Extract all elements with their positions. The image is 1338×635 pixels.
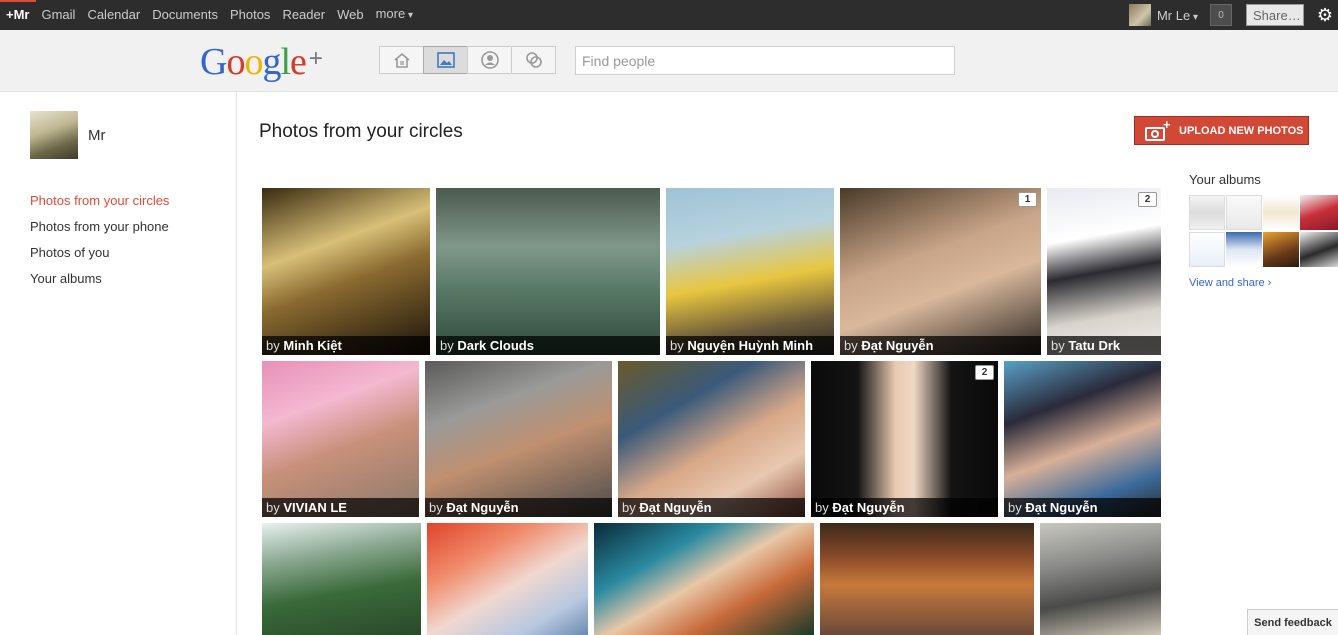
top-right: Mr Le 0 Share… ⚙ xyxy=(1128,0,1338,30)
nav-calendar[interactable]: Calendar xyxy=(81,0,146,30)
comment-count-badge[interactable]: 2 xyxy=(975,365,994,380)
upload-label: UPLOAD NEW PHOTOS xyxy=(1179,124,1304,137)
photo-tile[interactable]: 2 by Tatu Drk xyxy=(1047,188,1161,355)
user-menu[interactable]: Mr Le xyxy=(1157,8,1198,23)
photo-caption: by Nguyện Huỳnh Minh xyxy=(666,336,834,355)
albums-title: Your albums xyxy=(1189,172,1261,187)
header: Google + xyxy=(0,30,1338,92)
photo-tile[interactable]: 1 by Đạt Nguyễn xyxy=(840,188,1041,355)
top-nav: +Mr Gmail Calendar Documents Photos Read… xyxy=(0,0,419,30)
left-sidebar: Mr Photos from your circles Photos from … xyxy=(0,92,237,635)
comment-count-badge[interactable]: 1 xyxy=(1018,192,1037,207)
nav-documents[interactable]: Documents xyxy=(146,0,224,30)
album-thumb[interactable] xyxy=(1226,195,1262,230)
home-icon[interactable] xyxy=(379,46,424,74)
top-bar: +Mr Gmail Calendar Documents Photos Read… xyxy=(0,0,1338,30)
avatar[interactable] xyxy=(1128,4,1151,26)
camera-icon: + xyxy=(1143,117,1171,141)
photo-tile[interactable] xyxy=(262,523,421,635)
photo-caption: by Đạt Nguyễn xyxy=(1004,498,1161,517)
photo-caption: by Đạt Nguyễn xyxy=(811,498,998,517)
photo-tile[interactable] xyxy=(820,523,1034,635)
album-thumb[interactable] xyxy=(1226,232,1262,267)
gear-icon[interactable]: ⚙ xyxy=(1312,0,1338,30)
comment-count-badge[interactable]: 2 xyxy=(1138,192,1157,207)
album-thumb[interactable] xyxy=(1300,232,1338,267)
photo-caption: by Đạt Nguyễn xyxy=(840,336,1041,355)
album-thumb[interactable] xyxy=(1189,232,1225,267)
circles-icon[interactable] xyxy=(511,46,556,74)
photo-caption: by Minh Kiệt xyxy=(262,336,430,355)
nav-me[interactable]: +Mr xyxy=(0,0,35,30)
album-thumb[interactable] xyxy=(1263,195,1299,230)
photos-nav: Photos from your circles Photos from you… xyxy=(30,193,169,297)
photo-tile[interactable]: 2 by Đạt Nguyễn xyxy=(811,361,998,517)
view-and-share-link[interactable]: View and share › xyxy=(1189,277,1271,289)
nav-photos[interactable]: Photos xyxy=(224,0,276,30)
photos-icon[interactable] xyxy=(423,46,468,74)
photo-tile[interactable]: by Nguyện Huỳnh Minh xyxy=(666,188,834,355)
share-button[interactable]: Share… xyxy=(1246,4,1304,26)
stream-nav xyxy=(379,46,556,74)
photo-tile[interactable]: by Đạt Nguyễn xyxy=(425,361,612,517)
send-feedback-button[interactable]: Send feedback xyxy=(1247,609,1338,635)
sidebar-item-of-you[interactable]: Photos of you xyxy=(30,245,169,271)
upload-photos-button[interactable]: + UPLOAD NEW PHOTOS xyxy=(1134,116,1309,145)
photo-tile[interactable]: by Minh Kiệt xyxy=(262,188,430,355)
photo-caption: by Đạt Nguyễn xyxy=(425,498,612,517)
nav-reader[interactable]: Reader xyxy=(276,0,331,30)
photo-tile[interactable] xyxy=(1040,523,1161,635)
album-thumb[interactable] xyxy=(1263,232,1299,267)
album-thumb[interactable] xyxy=(1189,195,1225,230)
google-plus-logo[interactable]: Google + xyxy=(200,40,323,84)
notification-count[interactable]: 0 xyxy=(1210,4,1232,26)
sidebar-item-circles[interactable]: Photos from your circles xyxy=(30,193,169,219)
album-thumb[interactable] xyxy=(1300,195,1338,230)
photo-tile[interactable]: by Đạt Nguyễn xyxy=(618,361,805,517)
nav-more[interactable]: more xyxy=(370,0,419,31)
photo-tile[interactable]: by VIVIAN LE xyxy=(262,361,419,517)
photo-caption: by Dark Clouds xyxy=(436,336,660,355)
photo-caption: by VIVIAN LE xyxy=(262,498,419,517)
photo-caption: by Đạt Nguyễn xyxy=(618,498,805,517)
sidebar-item-albums[interactable]: Your albums xyxy=(30,271,169,297)
photo-tile[interactable] xyxy=(594,523,814,635)
search-input[interactable] xyxy=(575,46,955,75)
profile-name[interactable]: Mr xyxy=(88,127,106,144)
photo-caption: by Tatu Drk xyxy=(1047,336,1161,355)
photo-tile[interactable]: by Dark Clouds xyxy=(436,188,660,355)
nav-web[interactable]: Web xyxy=(331,0,370,30)
photo-tile[interactable] xyxy=(427,523,588,635)
photo-tile[interactable]: by Đạt Nguyễn xyxy=(1004,361,1161,517)
sidebar-item-phone[interactable]: Photos from your phone xyxy=(30,219,169,245)
avatar[interactable] xyxy=(30,111,78,159)
page-title: Photos from your circles xyxy=(259,121,463,142)
nav-gmail[interactable]: Gmail xyxy=(35,0,81,30)
profile-icon[interactable] xyxy=(467,46,512,74)
